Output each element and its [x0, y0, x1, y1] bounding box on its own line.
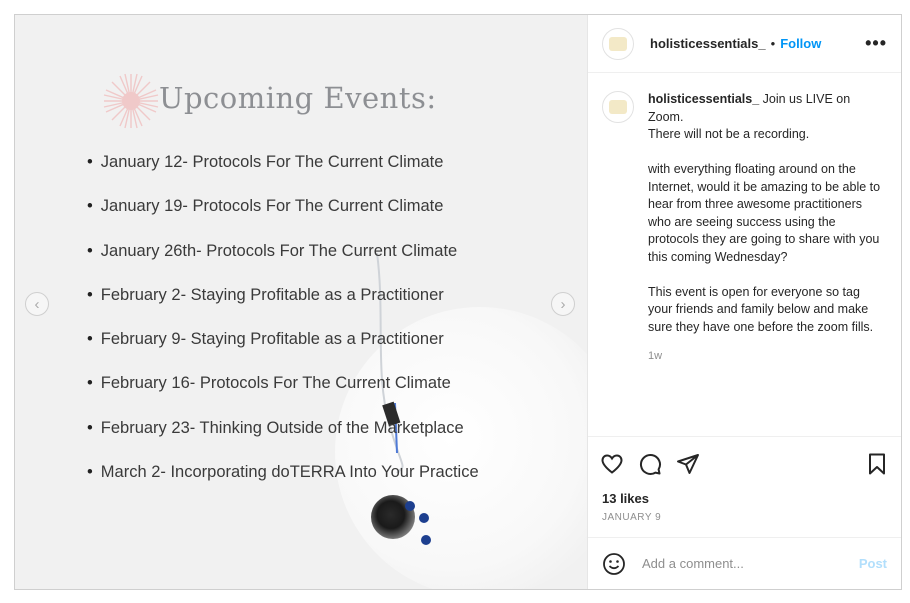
avatar[interactable]	[602, 91, 634, 123]
event-item: February 23- Thinking Outside of the Mar…	[87, 417, 479, 461]
post-sidebar: holisticessentials_ • Follow ••• holisti…	[588, 15, 901, 589]
events-list: January 12- Protocols For The Current Cl…	[87, 151, 479, 505]
caption-username[interactable]: holisticessentials_	[648, 92, 759, 106]
events-title: Upcoming Events:	[159, 81, 437, 115]
avatar[interactable]	[602, 27, 634, 60]
caption: holisticessentials_ Join us LIVE on Zoom…	[648, 91, 887, 436]
event-item: January 12- Protocols For The Current Cl…	[87, 151, 479, 195]
post-media[interactable]: Upcoming Events: January 12- Protocols F…	[15, 15, 588, 589]
post-dialog: Upcoming Events: January 12- Protocols F…	[14, 14, 902, 590]
follow-button[interactable]: Follow	[780, 36, 821, 51]
logo-icon	[609, 100, 627, 114]
event-item: January 26th- Protocols For The Current …	[87, 240, 479, 284]
post-comment-button[interactable]: Post	[859, 556, 887, 571]
next-slide-button[interactable]: ›	[551, 292, 575, 316]
post-date[interactable]: JANUARY 9	[588, 506, 901, 537]
caption-area: holisticessentials_ Join us LIVE on Zoom…	[588, 73, 901, 437]
chevron-left-icon: ‹	[34, 295, 40, 313]
event-item: March 2- Incorporating doTERRA Into Your…	[87, 461, 479, 505]
blue-dot	[421, 535, 431, 545]
chevron-right-icon: ›	[560, 295, 566, 313]
timestamp: 1w	[648, 350, 663, 362]
logo-icon	[609, 36, 627, 51]
header-username[interactable]: holisticessentials_	[650, 36, 766, 51]
heart-icon[interactable]	[600, 452, 624, 476]
action-bar	[588, 437, 901, 491]
event-item: February 16- Protocols For The Current C…	[87, 372, 479, 416]
comment-input[interactable]	[640, 555, 859, 572]
burst-icon	[103, 73, 159, 129]
event-item: February 2- Staying Profitable as a Prac…	[87, 284, 479, 328]
comment-bar: Post	[588, 537, 901, 589]
more-options-button[interactable]: •••	[865, 33, 887, 54]
previous-slide-button[interactable]: ‹	[25, 292, 49, 316]
caption-body: Join us LIVE on Zoom. There will not be …	[648, 92, 881, 334]
event-item: January 19- Protocols For The Current Cl…	[87, 195, 479, 239]
emoji-icon[interactable]	[602, 552, 626, 576]
event-item: February 9- Staying Profitable as a Prac…	[87, 328, 479, 372]
post-header: holisticessentials_ • Follow •••	[588, 15, 901, 73]
likes-count[interactable]: 13 likes	[588, 491, 901, 506]
share-icon[interactable]	[676, 452, 700, 476]
separator-dot: •	[770, 36, 776, 51]
blue-dot	[419, 513, 429, 523]
bookmark-icon[interactable]	[865, 452, 889, 476]
comment-icon[interactable]	[638, 452, 662, 476]
